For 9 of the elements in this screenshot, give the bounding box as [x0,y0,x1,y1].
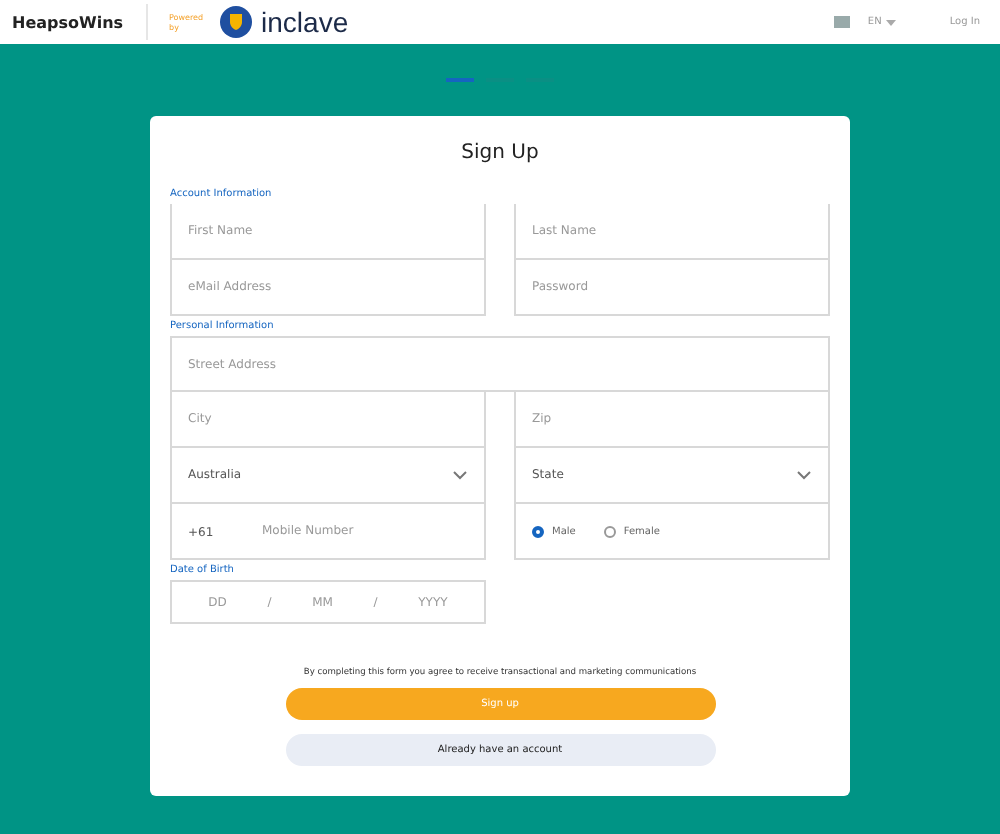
brand-logo: HeapsoWins [12,13,124,31]
shield-icon [219,6,252,38]
caret-icon [885,19,896,25]
step-indicator[interactable] [446,78,474,82]
chevron-icon [796,470,812,480]
form-title: Sign Up [459,140,541,168]
chevron-icon [452,470,468,480]
flag-icon [833,16,850,28]
partner-logo: inclave [261,6,349,38]
